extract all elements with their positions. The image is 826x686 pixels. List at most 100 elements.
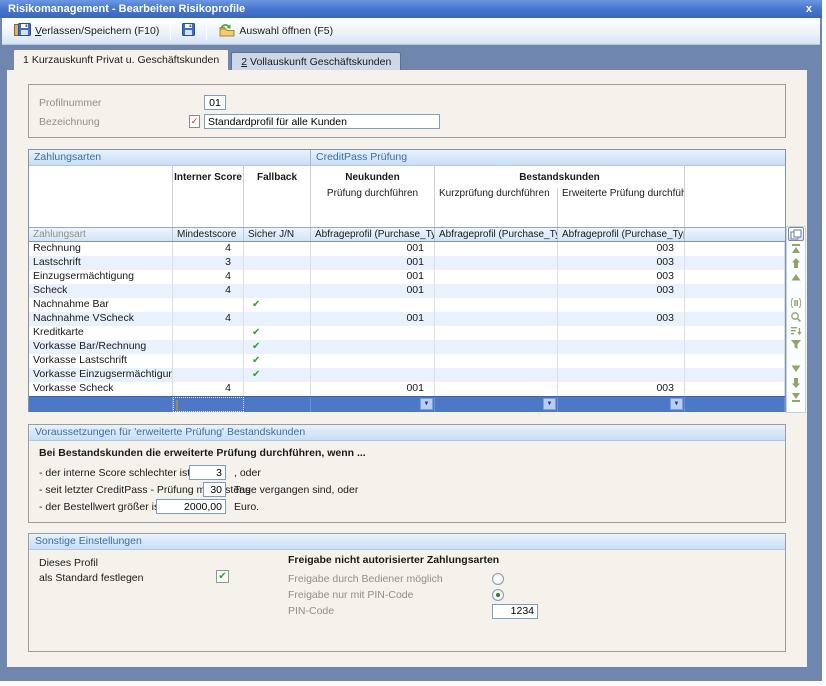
secure-cell[interactable] <box>244 397 311 412</box>
secure-check-cell[interactable] <box>244 256 311 270</box>
table-row[interactable]: Kreditkarte ✔ <box>29 326 785 340</box>
new-profile-cell[interactable]: 001 <box>311 382 435 396</box>
move-down-icon[interactable] <box>790 377 802 388</box>
save-button[interactable] <box>176 20 201 42</box>
close-icon[interactable]: x <box>804 3 814 15</box>
quick-profile-cell[interactable] <box>435 284 558 298</box>
secure-check-cell[interactable] <box>244 382 311 396</box>
secure-check-cell[interactable]: ✔ <box>244 326 311 340</box>
extended-profile-cell[interactable]: 003 <box>558 270 685 284</box>
search-icon[interactable] <box>790 311 802 322</box>
spare-cell[interactable] <box>685 298 785 312</box>
default-profile-checkbox[interactable]: ✔ <box>216 570 229 583</box>
table-row[interactable]: Rechnung4 001 003 <box>29 242 785 256</box>
extended-profile-cell[interactable]: 003 <box>558 242 685 256</box>
min-score-cell[interactable] <box>173 326 244 340</box>
payment-type-cell[interactable]: Nachnahme VScheck <box>29 312 173 326</box>
payment-type-cell[interactable] <box>29 397 173 412</box>
payment-type-cell[interactable]: Einzugsermächtigung <box>29 270 173 284</box>
spare-cell[interactable] <box>685 326 785 340</box>
profile-number-input[interactable] <box>204 95 226 110</box>
quick-profile-cell[interactable] <box>435 382 558 396</box>
columns-icon[interactable] <box>790 297 802 308</box>
new-profile-cell[interactable]: ▼ <box>311 397 435 412</box>
min-score-cell[interactable]: 4 <box>173 284 244 298</box>
profile-name-input[interactable] <box>204 114 440 129</box>
order-value-threshold-input[interactable] <box>156 499 226 514</box>
table-row[interactable]: Scheck4001003 <box>29 284 785 298</box>
table-row[interactable]: Einzugsermächtigung4001003 <box>29 270 785 284</box>
spare-cell[interactable] <box>685 382 785 396</box>
secure-check-cell[interactable]: ✔ <box>244 354 311 368</box>
new-profile-cell[interactable]: 001 <box>311 242 435 256</box>
secure-check-cell[interactable] <box>244 242 311 256</box>
quick-profile-cell[interactable] <box>435 242 558 256</box>
min-score-cell[interactable] <box>173 340 244 354</box>
dropdown-button[interactable]: ▼ <box>543 398 556 410</box>
copy-icon[interactable] <box>788 227 804 241</box>
table-row[interactable]: Nachnahme Bar ✔ <box>29 298 785 312</box>
extended-profile-cell[interactable] <box>558 340 685 354</box>
extended-profile-cell[interactable] <box>558 298 685 312</box>
table-row[interactable]: Nachnahme VScheck4001003 <box>29 312 785 326</box>
save-exit-button[interactable]: Verlassen/Speichern (F10) <box>8 20 165 42</box>
extended-profile-cell[interactable]: 003 <box>558 284 685 298</box>
spare-cell[interactable] <box>685 242 785 256</box>
quick-profile-cell[interactable] <box>435 368 558 382</box>
quick-profile-cell[interactable] <box>435 340 558 354</box>
extended-profile-cell[interactable] <box>558 354 685 368</box>
table-row[interactable]: Vorkasse Lastschrift ✔ <box>29 354 785 368</box>
spare-cell[interactable] <box>685 368 785 382</box>
secure-check-cell[interactable] <box>244 312 311 326</box>
spare-cell[interactable] <box>685 340 785 354</box>
payment-type-cell[interactable]: Kreditkarte <box>29 326 173 340</box>
new-profile-cell[interactable] <box>311 340 435 354</box>
spare-cell[interactable] <box>685 270 785 284</box>
extended-profile-cell[interactable]: 003 <box>558 256 685 270</box>
page-down-icon[interactable] <box>790 363 802 374</box>
secure-check-cell[interactable] <box>244 270 311 284</box>
min-score-cell[interactable]: 3 <box>173 256 244 270</box>
payment-type-cell[interactable]: Nachnahme Bar <box>29 298 173 312</box>
new-profile-cell[interactable] <box>311 368 435 382</box>
secure-check-cell[interactable]: ✔ <box>244 340 311 354</box>
table-row[interactable]: Vorkasse Scheck4001003 <box>29 382 785 396</box>
extended-profile-cell[interactable]: 003 <box>558 382 685 396</box>
page-up-icon[interactable] <box>790 272 802 283</box>
payment-type-cell[interactable]: Vorkasse Lastschrift <box>29 354 173 368</box>
table-row-new[interactable]: ▼ ▼ ▼ <box>29 396 785 412</box>
extended-profile-cell[interactable] <box>558 368 685 382</box>
radio-pin[interactable] <box>492 589 504 601</box>
quick-profile-cell[interactable] <box>435 326 558 340</box>
spare-cell[interactable] <box>685 397 785 412</box>
open-selection-button[interactable]: Auswahl öffnen (F5) <box>212 20 339 43</box>
radio-operator[interactable] <box>492 573 504 585</box>
quick-profile-cell[interactable] <box>435 298 558 312</box>
min-score-cell[interactable] <box>173 354 244 368</box>
extended-profile-cell[interactable]: 003 <box>558 312 685 326</box>
spare-cell[interactable] <box>685 256 785 270</box>
scroll-bottom-icon[interactable] <box>790 391 802 402</box>
spare-cell[interactable] <box>685 354 785 368</box>
filter-icon[interactable] <box>790 339 802 350</box>
quick-profile-cell[interactable] <box>435 354 558 368</box>
score-threshold-input[interactable] <box>189 465 226 480</box>
extended-profile-cell[interactable] <box>558 326 685 340</box>
quick-profile-cell[interactable] <box>435 270 558 284</box>
new-profile-cell[interactable]: 001 <box>311 312 435 326</box>
payment-type-cell[interactable]: Rechnung <box>29 242 173 256</box>
secure-check-cell[interactable]: ✔ <box>244 298 311 312</box>
min-score-cell[interactable]: 4 <box>173 242 244 256</box>
new-profile-cell[interactable]: 001 <box>311 256 435 270</box>
tab-kurzauskunft[interactable]: 1 Kurzauskunft Privat u. Geschäftskunden <box>13 49 229 70</box>
dropdown-button[interactable]: ▼ <box>670 398 683 410</box>
new-profile-cell[interactable] <box>311 326 435 340</box>
move-up-icon[interactable] <box>790 258 802 269</box>
scroll-top-icon[interactable] <box>790 244 802 255</box>
secure-check-cell[interactable]: ✔ <box>244 368 311 382</box>
new-profile-cell[interactable] <box>311 298 435 312</box>
payment-type-cell[interactable]: Vorkasse Bar/Rechnung <box>29 340 173 354</box>
min-score-cell-editing[interactable] <box>173 397 244 412</box>
min-score-cell[interactable]: 4 <box>173 382 244 396</box>
new-profile-cell[interactable]: 001 <box>311 270 435 284</box>
